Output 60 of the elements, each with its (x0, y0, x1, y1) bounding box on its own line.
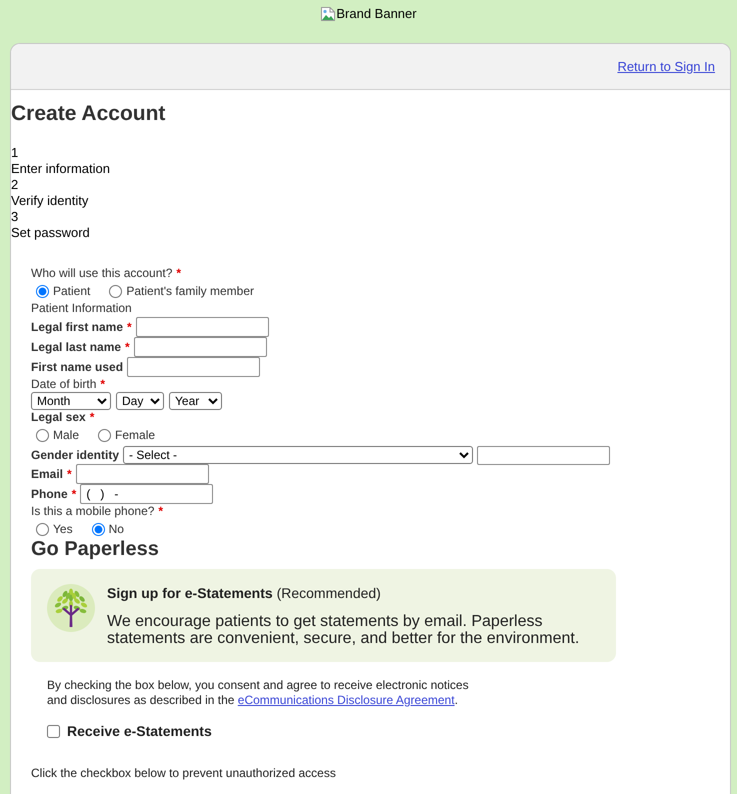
option-label: No (108, 522, 124, 536)
required-asterisk: * (176, 266, 182, 280)
field-label: First name used (31, 360, 124, 374)
tree-icon (47, 584, 95, 632)
required-asterisk: * (127, 320, 132, 334)
broken-image-icon (320, 6, 336, 22)
required-asterisk: * (90, 410, 94, 424)
banner-alt-text: Brand Banner (336, 6, 417, 22)
checkbox[interactable] (47, 724, 60, 738)
section-heading: Go Paperless (31, 539, 159, 559)
field-label: Phone (31, 487, 68, 501)
option-label: Male (53, 428, 80, 442)
year-dropdown[interactable]: Year (169, 392, 222, 410)
step-number: 1 (11, 145, 18, 161)
text-field[interactable] (134, 337, 267, 357)
return-link[interactable]: Return to Sign In (617, 58, 715, 74)
footer-note: Click the checkbox below to prevent unauthorized access (31, 766, 336, 780)
step-number: 3 (11, 209, 18, 225)
step-label: Verify identity (11, 193, 88, 209)
required-asterisk: * (72, 487, 76, 501)
page-title: Create Account (11, 102, 166, 126)
step-number: 2 (11, 177, 18, 193)
text-field[interactable] (76, 464, 209, 484)
radio-button[interactable] (109, 284, 122, 298)
promo-text: We encourage patients to get statements by email. Paperless statements are convenient, secure, and better for the environment. (107, 613, 580, 647)
option-label: Patient (53, 284, 90, 298)
consent-text: By checking the box below, you consent and agree to receive electronic notices and disclosures as described in the eCommunications Disclosure Agreement. (47, 678, 470, 708)
radio-button[interactable] (36, 522, 49, 536)
step-label: Set password (11, 225, 90, 241)
radio-button[interactable] (98, 428, 112, 442)
radio-button[interactable] (36, 428, 49, 442)
text-field[interactable] (136, 317, 269, 337)
radio-button[interactable] (92, 522, 105, 536)
promo-title: Sign up for e-Statements (Recommended) (107, 584, 381, 602)
agreement-link[interactable]: eCommunications Disclosure Agreement (238, 693, 455, 707)
field-label: Legal last name (31, 340, 122, 354)
gender-identity-dropdown[interactable]: - Select - (123, 446, 474, 464)
question-label: Legal sex (31, 410, 86, 424)
question-label: Who will use this account? (31, 266, 172, 280)
option-label: Female (115, 428, 156, 442)
option-label: Yes (53, 522, 73, 536)
question-label: Is this a mobile phone? (31, 504, 154, 518)
radio-button[interactable] (36, 284, 49, 298)
field-label: Gender identity (31, 448, 120, 462)
month-dropdown[interactable]: Month (31, 392, 111, 410)
field-label: Date of birth (31, 377, 96, 391)
text-field[interactable] (477, 446, 610, 464)
checkbox-label: Receive e-Statements (67, 723, 212, 739)
step-label: Enter information (11, 161, 110, 177)
required-asterisk: * (158, 504, 164, 518)
text-field[interactable]: ( ) - (80, 484, 214, 504)
required-asterisk: * (125, 340, 130, 354)
field-label: Legal first name (31, 320, 124, 334)
field-label: Email (31, 467, 64, 481)
text-field[interactable] (127, 357, 260, 377)
required-asterisk: * (100, 377, 106, 391)
option-label: Patient's family member (126, 284, 254, 298)
section-label: Patient Information (31, 301, 132, 315)
day-dropdown[interactable]: Day (116, 392, 164, 410)
required-asterisk: * (67, 467, 72, 481)
